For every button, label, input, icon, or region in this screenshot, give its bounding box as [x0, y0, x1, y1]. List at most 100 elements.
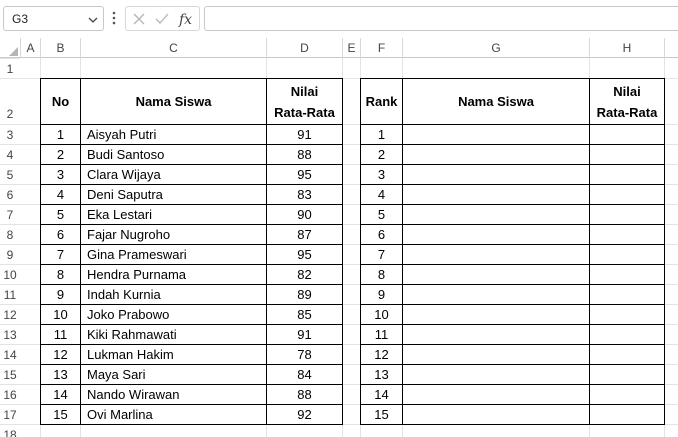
row-header[interactable]: 17 [0, 404, 20, 424]
header-nilai-rata-rata[interactable]: Nilai Rata-Rata [266, 78, 343, 125]
chevron-down-icon[interactable] [88, 15, 98, 25]
cell-no[interactable]: 13 [40, 364, 81, 385]
cell-rank[interactable]: 3 [360, 164, 403, 185]
column-header-d[interactable]: D [266, 38, 342, 58]
row-header[interactable]: 18 [0, 424, 20, 437]
cell-score[interactable]: 85 [266, 304, 343, 325]
row-header[interactable]: 16 [0, 384, 20, 404]
cell-rank[interactable]: 13 [360, 364, 403, 385]
cell-no[interactable]: 2 [40, 144, 81, 165]
cell-score[interactable]: 95 [266, 164, 343, 185]
cell-name[interactable]: Fajar Nugroho [80, 224, 267, 245]
row-header[interactable]: 10 [0, 264, 20, 284]
cell-no[interactable]: 3 [40, 164, 81, 185]
cell-score[interactable]: 78 [266, 344, 343, 365]
cell-name[interactable]: Nando Wirawan [80, 384, 267, 405]
cell-rank[interactable]: 10 [360, 304, 403, 325]
cell-name[interactable]: Aisyah Putri [80, 124, 267, 145]
cell-score[interactable]: 92 [266, 404, 343, 425]
cell-score[interactable]: 91 [266, 324, 343, 345]
cell-score[interactable]: 91 [266, 124, 343, 145]
cell-score[interactable]: 83 [266, 184, 343, 205]
cell-rank[interactable]: 14 [360, 384, 403, 405]
column-header-f[interactable]: F [360, 38, 402, 58]
cell-no[interactable]: 5 [40, 204, 81, 225]
cell-no[interactable]: 14 [40, 384, 81, 405]
cell-score[interactable]: 95 [266, 244, 343, 265]
cell-no[interactable]: 8 [40, 264, 81, 285]
cell-name[interactable]: Deni Saputra [80, 184, 267, 205]
cell-score[interactable]: 88 [266, 384, 343, 405]
cell-name[interactable]: Maya Sari [80, 364, 267, 385]
row-header[interactable]: 5 [0, 164, 20, 184]
cell-score[interactable]: 84 [266, 364, 343, 385]
cell-score[interactable] [589, 224, 665, 245]
cell-score[interactable] [589, 124, 665, 145]
column-header-h[interactable]: H [589, 38, 664, 58]
cell-rank[interactable]: 7 [360, 244, 403, 265]
row-header[interactable]: 1 [0, 58, 20, 78]
row-header[interactable]: 7 [0, 204, 20, 224]
cell-no[interactable]: 1 [40, 124, 81, 145]
cell-score[interactable] [589, 164, 665, 185]
cell-score[interactable] [589, 264, 665, 285]
row-header[interactable]: 9 [0, 244, 20, 264]
cell-rank[interactable]: 6 [360, 224, 403, 245]
row-header[interactable]: 3 [0, 124, 20, 144]
cell-name[interactable]: Joko Prabowo [80, 304, 267, 325]
cell-no[interactable]: 7 [40, 244, 81, 265]
cell-name[interactable] [402, 344, 590, 365]
cell-name[interactable] [402, 404, 590, 425]
x-icon[interactable] [131, 11, 147, 27]
cell-name[interactable] [402, 324, 590, 345]
cell-name[interactable] [402, 224, 590, 245]
cell-score[interactable]: 87 [266, 224, 343, 245]
cell-rank[interactable]: 12 [360, 344, 403, 365]
cell-score[interactable] [589, 144, 665, 165]
column-header-g[interactable]: G [402, 38, 589, 58]
row-header[interactable]: 2 [0, 78, 20, 124]
cell-name[interactable]: Kiki Rahmawati [80, 324, 267, 345]
cell-score[interactable] [589, 204, 665, 225]
cell-score[interactable] [589, 304, 665, 325]
cell-name[interactable]: Lukman Hakim [80, 344, 267, 365]
cell-name[interactable]: Gina Prameswari [80, 244, 267, 265]
cell-score[interactable] [589, 364, 665, 385]
fx-icon[interactable]: fx [178, 11, 196, 27]
row-header[interactable]: 11 [0, 284, 20, 304]
cell-score[interactable] [589, 244, 665, 265]
column-header-b[interactable]: B [40, 38, 80, 58]
cell-name[interactable] [402, 164, 590, 185]
cell-score[interactable] [589, 284, 665, 305]
cell-name[interactable]: Indah Kurnia [80, 284, 267, 305]
cell-rank[interactable]: 2 [360, 144, 403, 165]
cell-rank[interactable]: 4 [360, 184, 403, 205]
vertical-dots-icon[interactable] [112, 10, 116, 26]
formula-input[interactable] [204, 6, 678, 31]
check-icon[interactable] [154, 11, 170, 27]
cell-rank[interactable]: 15 [360, 404, 403, 425]
cell-no[interactable]: 4 [40, 184, 81, 205]
cell-no[interactable]: 9 [40, 284, 81, 305]
cell-score[interactable] [589, 404, 665, 425]
cell-no[interactable]: 12 [40, 344, 81, 365]
row-header[interactable]: 6 [0, 184, 20, 204]
cell-rank[interactable]: 5 [360, 204, 403, 225]
cell-name[interactable] [402, 204, 590, 225]
cell-name[interactable] [402, 244, 590, 265]
column-header-next[interactable] [664, 38, 678, 58]
cell-name[interactable]: Clara Wijaya [80, 164, 267, 185]
header-nama-siswa[interactable]: Nama Siswa [402, 78, 590, 125]
row-header[interactable]: 15 [0, 364, 20, 384]
column-header-a[interactable]: A [20, 38, 40, 58]
cell-score[interactable]: 88 [266, 144, 343, 165]
cell-no[interactable]: 15 [40, 404, 81, 425]
cell-g3[interactable] [402, 124, 590, 145]
cell-no[interactable]: 11 [40, 324, 81, 345]
row-header[interactable]: 4 [0, 144, 20, 164]
row-header[interactable]: 13 [0, 324, 20, 344]
cell-score[interactable]: 90 [266, 204, 343, 225]
cell-name[interactable] [402, 364, 590, 385]
header-nilai-rata-rata[interactable]: Nilai Rata-Rata [589, 78, 665, 125]
cell-no[interactable]: 10 [40, 304, 81, 325]
